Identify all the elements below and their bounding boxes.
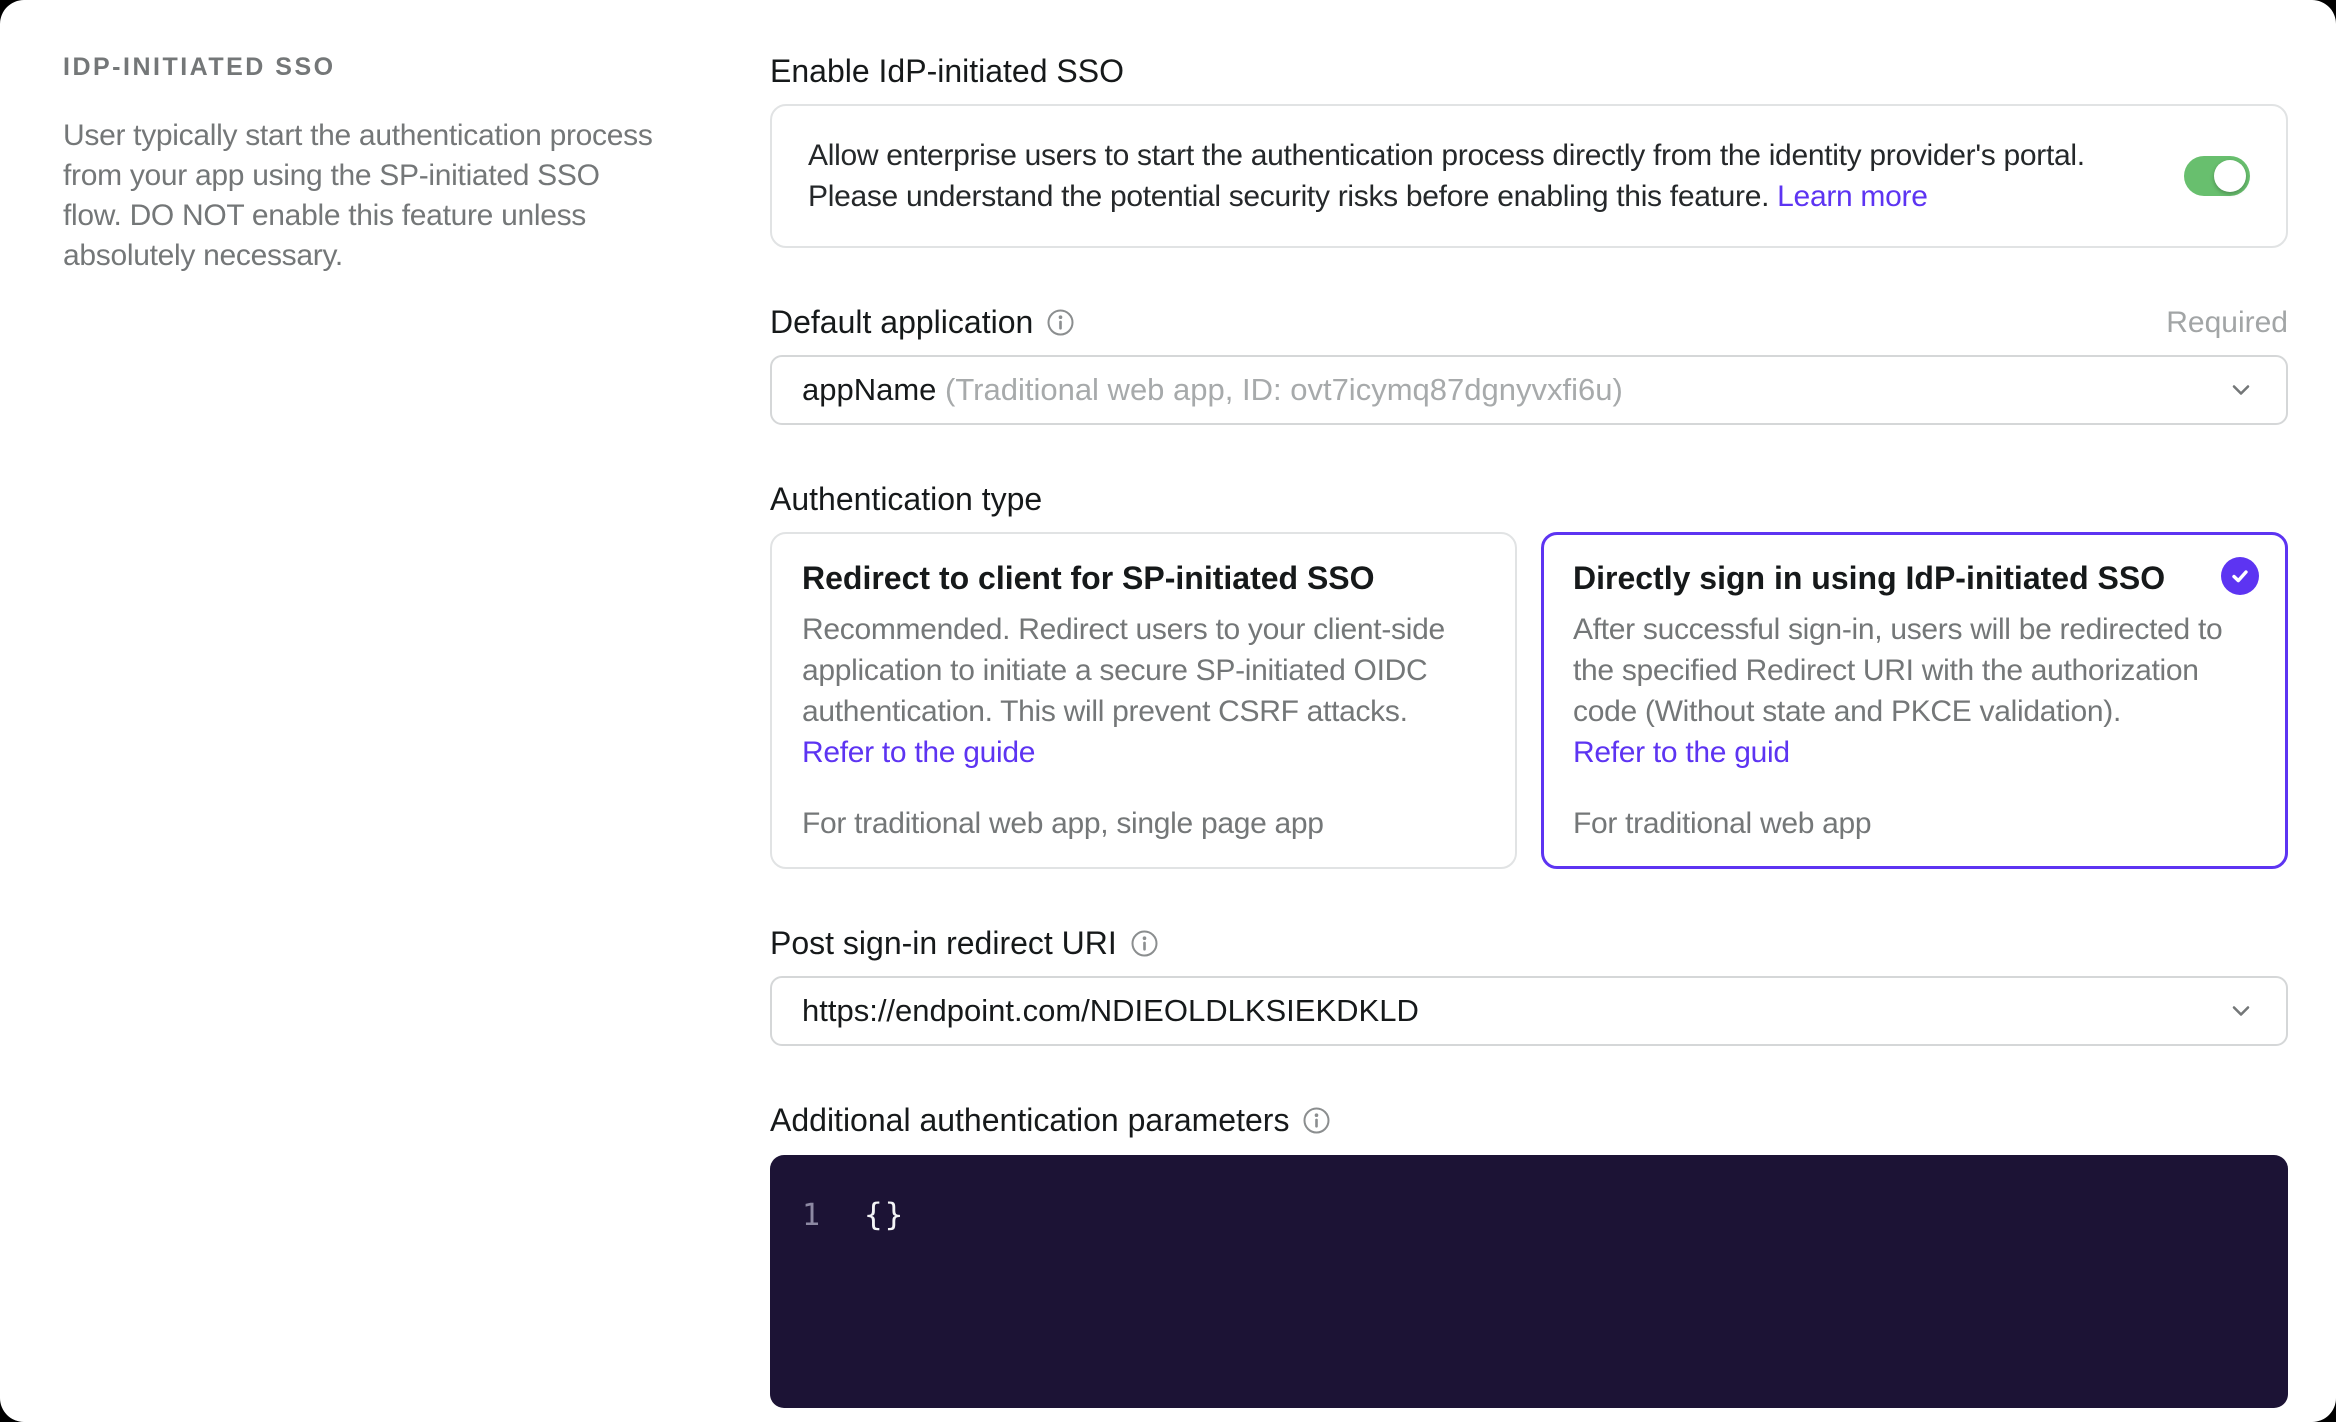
enable-sso-toggle[interactable] [2184,156,2250,196]
default-application-select[interactable]: appName (Traditional web app, ID: ovt7ic… [770,355,2288,425]
selected-check-icon [2221,557,2259,595]
code-text[interactable]: {} [864,1197,905,1233]
default-application-label-row: Default application Required [770,304,2288,341]
option-description-text: After successful sign-in, users will be … [1573,613,2223,728]
option-description: After successful sign-in, users will be … [1573,609,2256,773]
info-icon[interactable] [1131,930,1158,957]
learn-more-link[interactable]: Learn more [1777,180,1928,213]
parameters-code-editor[interactable]: 1 {} [770,1155,2288,1408]
option-idp-initiated-direct[interactable]: Directly sign in using IdP-initiated SSO… [1541,532,2288,869]
authentication-type-label: Authentication type [770,481,1043,517]
info-icon[interactable] [1047,309,1074,336]
default-application-label-text: Default application [770,304,1034,340]
application-name: appName [802,372,946,407]
additional-params-label-text: Additional authentication parameters [770,1102,1290,1138]
option-footnote: For traditional web app, single page app [802,807,1324,840]
authentication-type-section: Authentication type Redirect to client f… [770,481,2288,869]
option-sp-initiated-redirect[interactable]: Redirect to client for SP-initiated SSO … [770,532,1517,869]
settings-page: IDP-INITIATED SSO User typically start t… [0,0,2336,1422]
redirect-uri-label-text: Post sign-in redirect URI [770,925,1117,961]
enable-sso-description: Allow enterprise users to start the auth… [808,135,2144,217]
redirect-uri-label: Post sign-in redirect URI [770,925,1158,962]
default-application-label: Default application [770,304,1074,341]
redirect-uri-select[interactable]: https://endpoint.com/NDIEOLDLKSIEKDKLD [770,976,2288,1046]
refer-to-guide-link[interactable]: Refer to the guide [802,736,1035,769]
idp-sso-settings-section: IDP-INITIATED SSO User typically start t… [0,0,2336,1408]
option-title: Directly sign in using IdP-initiated SSO [1573,560,2166,596]
toggle-knob [2214,160,2246,192]
section-sidebar: IDP-INITIATED SSO User typically start t… [63,53,663,1408]
enable-sso-card: Allow enterprise users to start the auth… [770,104,2288,248]
option-footnote: For traditional web app [1573,807,1872,840]
redirect-uri-value: https://endpoint.com/NDIEOLDLKSIEKDKLD [802,993,1419,1028]
line-number: 1 [801,1198,820,1233]
section-form: Enable IdP-initiated SSO Allow enterpris… [770,53,2288,1408]
chevron-down-icon [2226,375,2256,405]
authentication-type-options: Redirect to client for SP-initiated SSO … [770,532,2288,869]
required-badge: Required [2166,305,2288,339]
enable-sso-label-row: Enable IdP-initiated SSO [770,53,2288,90]
default-application-value: appName (Traditional web app, ID: ovt7ic… [802,372,2206,408]
section-heading: IDP-INITIATED SSO [63,53,336,81]
code-line: 1 {} [770,1197,2288,1233]
chevron-down-icon [2226,996,2256,1026]
additional-params-label-row: Additional authentication parameters [770,1102,2288,1139]
additional-params-label: Additional authentication parameters [770,1102,1330,1139]
additional-params-section: Additional authentication parameters 1 {… [770,1102,2288,1408]
option-description: Recommended. Redirect users to your clie… [802,609,1485,773]
authentication-type-label-row: Authentication type [770,481,2288,518]
refer-to-guide-link[interactable]: Refer to the guid [1573,736,1790,769]
enable-sso-label: Enable IdP-initiated SSO [770,53,1124,89]
redirect-uri-label-row: Post sign-in redirect URI [770,925,2288,962]
redirect-uri-section: Post sign-in redirect URI https://endpoi… [770,925,2288,1046]
section-description: User typically start the authentication … [63,119,653,272]
option-title: Redirect to client for SP-initiated SSO [802,560,1375,596]
default-application-section: Default application Required appName (Tr… [770,304,2288,425]
info-icon[interactable] [1303,1107,1330,1134]
option-description-text: Recommended. Redirect users to your clie… [802,613,1445,728]
application-meta: (Traditional web app, ID: ovt7icymq87dgn… [945,372,1623,407]
